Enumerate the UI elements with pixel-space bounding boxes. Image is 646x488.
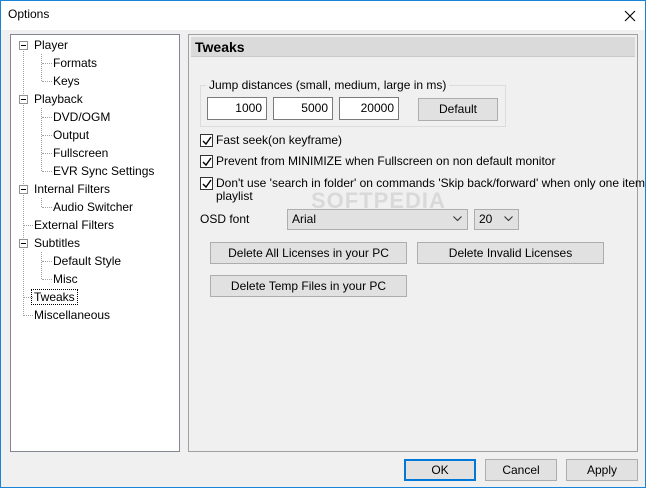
tree-item-formats[interactable]: Formats (51, 54, 99, 72)
tree-item-default-style[interactable]: Default Style (51, 252, 123, 270)
tree-item-dvd-ogm[interactable]: DVD/OGM (51, 108, 112, 126)
window-title: Options (8, 7, 50, 21)
checkmark-icon (202, 136, 212, 146)
dont-use-search-checkbox-box[interactable] (200, 177, 213, 190)
tree-item-audio-switcher[interactable]: Audio Switcher (51, 198, 135, 216)
chevron-down-icon (453, 216, 462, 222)
tree-item-playback[interactable]: Playback (32, 90, 85, 108)
tree-item-fullscreen[interactable]: Fullscreen (51, 144, 110, 162)
checkmark-icon (202, 157, 212, 167)
page-title: Tweaks (195, 39, 245, 55)
osd-font-value: Arial (292, 212, 317, 226)
fast-seek-checkbox[interactable]: Fast seek(on keyframe) (200, 134, 500, 148)
tree-item-keys[interactable]: Keys (51, 72, 82, 90)
close-button[interactable] (615, 1, 645, 30)
tree-item-tweaks[interactable]: Tweaks (31, 288, 78, 306)
options-tree[interactable]: Player Formats Keys Playback DVD/OGM Out… (10, 34, 180, 452)
watermark: SOFTPEDIA (311, 188, 446, 213)
fast-seek-label: Fast seek(on keyframe) (216, 133, 343, 147)
tree-item-external-filters[interactable]: External Filters (32, 216, 116, 234)
osd-font-label: OSD font (200, 212, 250, 226)
chevron-down-icon (504, 216, 513, 222)
prevent-minimize-label: Prevent from MINIMIZE when Fullscreen on… (216, 154, 556, 168)
tree-item-player[interactable]: Player (32, 36, 70, 54)
jump-medium-input[interactable]: 5000 (273, 97, 333, 120)
close-icon (624, 10, 636, 21)
osd-size-value: 20 (479, 212, 493, 226)
jump-distances-label: Jump distances (small, medium, large in … (206, 78, 450, 92)
tree-item-subtitles[interactable]: Subtitles (32, 234, 82, 252)
collapse-playback-icon[interactable] (19, 95, 28, 104)
title-bar: Options (1, 1, 645, 30)
delete-all-licenses-button[interactable]: Delete All Licenses in your PC (210, 242, 407, 264)
collapse-subtitles-icon[interactable] (19, 239, 28, 248)
panel-header: Tweaks (191, 37, 635, 57)
jump-small-input[interactable]: 1000 (207, 97, 267, 120)
ok-button[interactable]: OK (404, 459, 476, 481)
tree-item-output[interactable]: Output (51, 126, 91, 144)
options-window: Options Player Formats Keys Playback DVD… (0, 0, 646, 488)
prevent-minimize-checkbox[interactable]: Prevent from MINIMIZE when Fullscreen on… (200, 155, 620, 169)
checkmark-icon (202, 179, 212, 189)
delete-temp-files-button[interactable]: Delete Temp Files in your PC (210, 275, 407, 297)
tree-item-miscellaneous[interactable]: Miscellaneous (32, 306, 112, 324)
tree-item-internal-filters[interactable]: Internal Filters (32, 180, 112, 198)
dont-use-search-label-line2: playlist (216, 189, 253, 203)
delete-invalid-licenses-button[interactable]: Delete Invalid Licenses (417, 242, 604, 264)
osd-size-select[interactable]: 20 (474, 209, 519, 230)
tree-item-misc[interactable]: Misc (51, 270, 80, 288)
default-button[interactable]: Default (418, 98, 498, 121)
cancel-button[interactable]: Cancel (485, 459, 557, 481)
prevent-minimize-checkbox-box[interactable] (200, 155, 213, 168)
collapse-internal-filters-icon[interactable] (19, 185, 28, 194)
collapse-player-icon[interactable] (19, 41, 28, 50)
fast-seek-checkbox-box[interactable] (200, 134, 213, 147)
tree-item-evr-sync-settings[interactable]: EVR Sync Settings (51, 162, 156, 180)
jump-large-input[interactable]: 20000 (339, 97, 399, 120)
apply-button[interactable]: Apply (566, 459, 638, 481)
